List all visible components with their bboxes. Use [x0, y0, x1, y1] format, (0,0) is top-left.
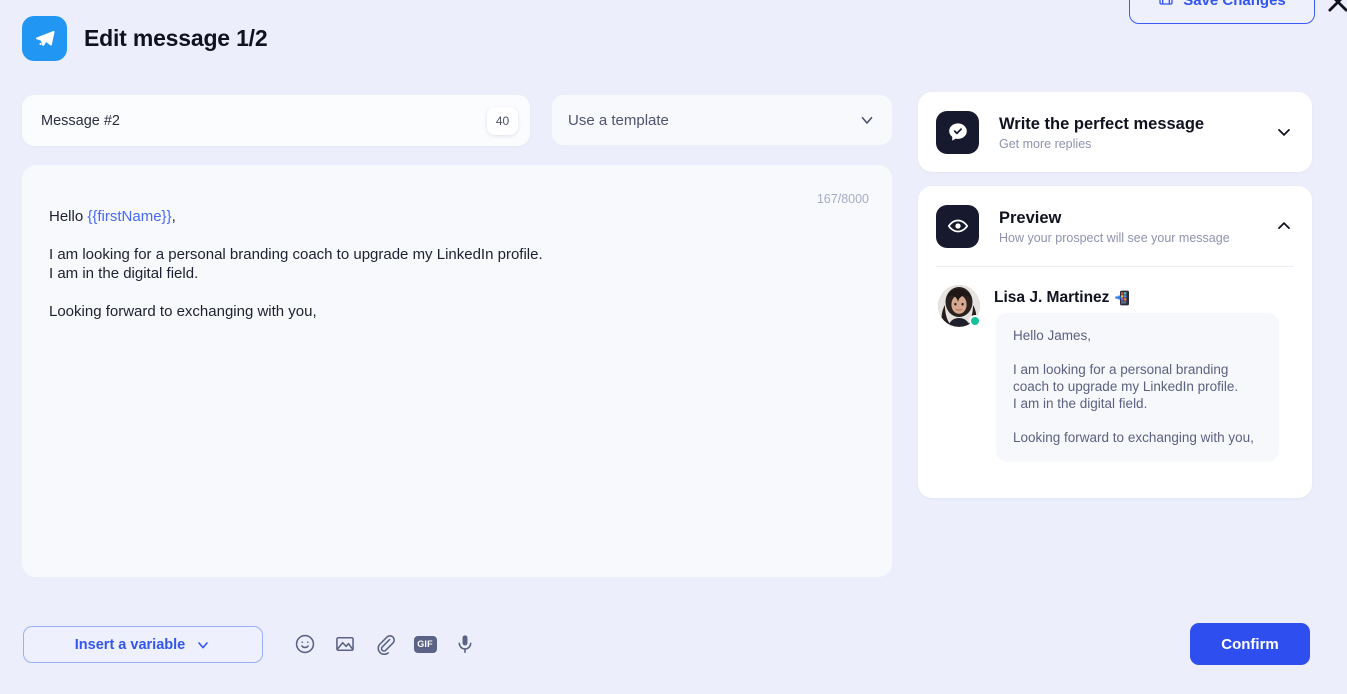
eye-icon-badge	[936, 204, 979, 248]
save-floppy-icon	[1158, 0, 1174, 10]
message-name-counter-badge: 40	[487, 106, 518, 135]
top-bar: Edit message 1/2 Save Changes	[0, 0, 1347, 80]
message-greeting-prefix: Hello	[49, 208, 88, 225]
card-title: Write the perfect message	[999, 114, 1205, 133]
insert-variable-button[interactable]: Insert a variable	[23, 626, 263, 663]
chevron-down-icon	[195, 637, 211, 653]
close-button[interactable]	[1324, 0, 1347, 16]
emoji-icon	[294, 633, 316, 655]
close-x-icon	[1324, 0, 1347, 16]
preview-message-bubble: Hello James, I am looking for a personal…	[996, 313, 1279, 462]
character-counter: 167/8000	[816, 192, 869, 206]
image-icon	[334, 633, 356, 655]
card-preview[interactable]: Preview How your prospect will see your …	[918, 186, 1312, 498]
message-name-input[interactable]: Message #2	[41, 113, 487, 129]
avatar-wrapper	[938, 285, 981, 327]
attachment-toolbar: GIF	[293, 632, 477, 656]
chevron-down-icon	[858, 111, 876, 129]
microphone-icon	[454, 633, 476, 655]
paper-plane-icon	[34, 28, 56, 50]
chat-check-icon	[947, 121, 969, 143]
linkedin-open-to-work-badge-icon	[1115, 290, 1130, 306]
chevron-down-icon[interactable]	[1274, 122, 1294, 142]
attachment-icon-button[interactable]	[373, 632, 397, 656]
template-select[interactable]: Use a template	[552, 95, 892, 145]
gif-icon: GIF	[413, 635, 437, 653]
save-changes-label: Save Changes	[1183, 0, 1286, 9]
message-rest: I am looking for a personal branding coa…	[49, 246, 543, 320]
card-write-perfect-message-text: Write the perfect message Get more repli…	[999, 114, 1274, 151]
emoji-icon-button[interactable]	[293, 632, 317, 656]
card-subtitle: How your prospect will see your message	[999, 230, 1230, 245]
preview-name-row: Lisa J. Martinez	[994, 289, 1130, 307]
save-changes-button[interactable]: Save Changes	[1129, 0, 1315, 24]
page-title: Edit message 1/2	[84, 25, 268, 51]
message-editor[interactable]: 167/8000 Hello {{firstName}}, I am looki…	[22, 165, 892, 577]
gif-icon-button[interactable]: GIF	[413, 632, 437, 656]
variable-token-firstname[interactable]: {{firstName}}	[87, 208, 171, 225]
template-select-label: Use a template	[568, 111, 669, 129]
card-write-perfect-message[interactable]: Write the perfect message Get more repli…	[918, 92, 1312, 172]
divider	[936, 266, 1294, 267]
card-write-perfect-message-header[interactable]: Write the perfect message Get more repli…	[918, 92, 1312, 172]
online-status-dot	[969, 315, 981, 327]
card-preview-text: Preview How your prospect will see your …	[999, 208, 1274, 245]
message-name-field[interactable]: Message #2 40	[22, 95, 530, 146]
chevron-up-icon[interactable]	[1274, 216, 1294, 236]
message-body-textarea[interactable]: Hello {{firstName}}, I am looking for a …	[49, 207, 862, 321]
confirm-button[interactable]: Confirm	[1190, 623, 1310, 665]
preview-contact-name: Lisa J. Martinez	[994, 289, 1110, 306]
image-icon-button[interactable]	[333, 632, 357, 656]
card-preview-header[interactable]: Preview How your prospect will see your …	[918, 186, 1312, 266]
message-after-variable: ,	[171, 208, 176, 225]
microphone-icon-button[interactable]	[453, 632, 477, 656]
attachment-paperclip-icon	[374, 633, 396, 655]
eye-icon	[947, 215, 969, 237]
app-logo	[22, 16, 67, 61]
card-title: Preview	[999, 208, 1062, 227]
insert-variable-label: Insert a variable	[74, 636, 186, 653]
chat-check-icon-badge	[936, 110, 979, 154]
card-subtitle: Get more replies	[999, 136, 1092, 151]
